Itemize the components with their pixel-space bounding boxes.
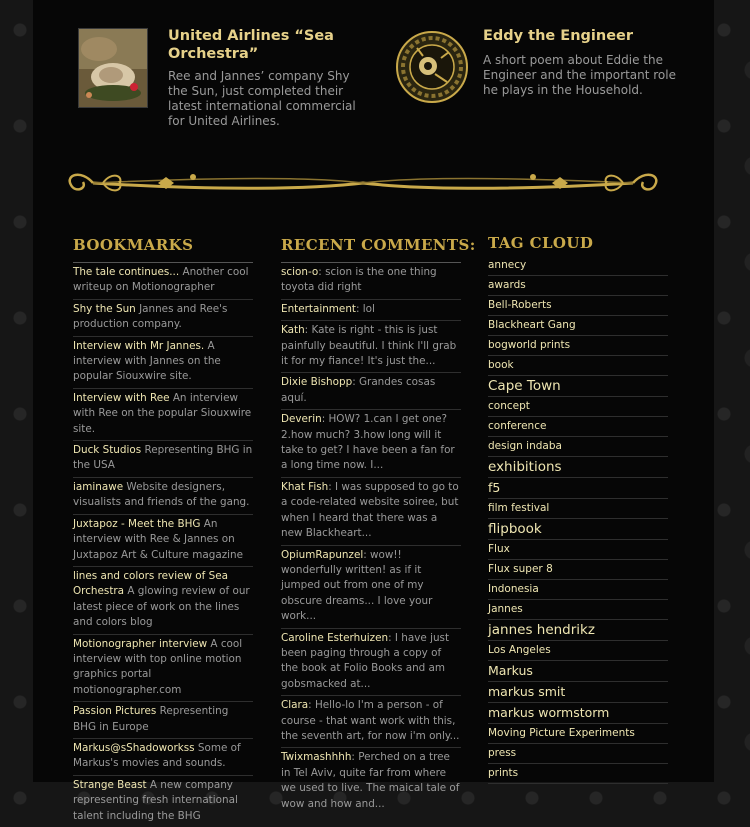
tag-link[interactable]: f5: [488, 478, 668, 499]
comment-excerpt[interactable]: : Hello-lo I'm a person - of course - th…: [281, 699, 459, 742]
feature-desc-eddy: A short poem about Eddie the Engineer an…: [483, 53, 676, 97]
comment-author-link[interactable]: scion-o: [281, 266, 318, 278]
comment-item: Clara: Hello-lo I'm a person - of course…: [281, 695, 461, 747]
tag-link[interactable]: exhibitions: [488, 457, 668, 478]
bookmarks-list: The tale continues... Another cool write…: [73, 262, 253, 827]
comment-item: Entertainment: lol: [281, 298, 461, 320]
bookmark-link[interactable]: Markus@sShadoworkss: [73, 742, 195, 754]
tag-link[interactable]: press: [488, 744, 668, 764]
tag-link[interactable]: design indaba: [488, 437, 668, 457]
comment-author-link[interactable]: Clara: [281, 699, 308, 711]
tag-link[interactable]: awards: [488, 276, 668, 296]
tag-link[interactable]: Flux: [488, 540, 668, 560]
comment-excerpt[interactable]: : lol: [356, 303, 375, 315]
comment-author-link[interactable]: Kath: [281, 324, 305, 336]
tag-link[interactable]: Markus: [488, 661, 668, 682]
bookmarks-heading: BOOKMARKS: [73, 236, 194, 254]
bookmark-link[interactable]: Interview with Ree: [73, 392, 170, 404]
tag-link[interactable]: book: [488, 356, 668, 376]
bookmark-item: Markus@sShadoworkss Some of Markus's mov…: [73, 737, 253, 775]
comment-author-link[interactable]: Khat Fish: [281, 481, 328, 493]
tag-link[interactable]: film festival: [488, 499, 668, 519]
comment-author-link[interactable]: Dixie Bishopp: [281, 376, 352, 388]
feature-title-sea-orchestra[interactable]: United Airlines “Sea Orchestra”: [168, 27, 348, 63]
tag-link[interactable]: jannes hendrikz: [488, 620, 668, 641]
tag-link[interactable]: Jannes: [488, 600, 668, 620]
bookmark-link[interactable]: Shy the Sun: [73, 303, 136, 315]
bookmark-link[interactable]: Motionographer interview: [73, 638, 207, 650]
bookmark-link[interactable]: The tale continues...: [73, 266, 179, 278]
bookmark-item: iaminawe Website designers, visualists a…: [73, 476, 253, 514]
bookmark-link[interactable]: iaminawe: [73, 481, 123, 493]
comment-item: Deverin: HOW? 1.can I get one? 2.how muc…: [281, 409, 461, 477]
tag-link[interactable]: markus smit: [488, 682, 668, 703]
bookmark-item: Shy the Sun Jannes and Ree's production …: [73, 298, 253, 336]
bookmark-link[interactable]: Interview with Mr Jannes.: [73, 340, 204, 352]
comment-excerpt[interactable]: : Kate is right - this is just painfully…: [281, 324, 456, 367]
tag-link[interactable]: Indonesia: [488, 580, 668, 600]
comment-item: Khat Fish: I was supposed to go to a cod…: [281, 476, 461, 545]
comment-author-link[interactable]: Caroline Esterhuizen: [281, 632, 388, 644]
comment-item: Dixie Bishopp: Grandes cosas aquí.: [281, 372, 461, 409]
bookmark-item: Duck Studios Representing BHG in the USA: [73, 440, 253, 477]
comment-author-link[interactable]: OpiumRapunzel: [281, 549, 363, 561]
comment-item: Twixmashhhh: Perched on a tree in Tel Av…: [281, 747, 461, 815]
comments-heading: RECENT COMMENTS:: [281, 236, 476, 254]
bookmark-item: lines and colors review of Sea Orchestra…: [73, 565, 253, 634]
ornamental-divider: [63, 165, 663, 200]
bookmark-item: Interview with Ree An interview with Ree…: [73, 387, 253, 440]
tag-link[interactable]: Blackheart Gang: [488, 316, 668, 336]
page-container: United Airlines “Sea Orchestra” Ree and …: [33, 0, 714, 822]
gear-medallion-thumbnail[interactable]: [395, 30, 469, 104]
tag-link[interactable]: markus wormstorm: [488, 703, 668, 724]
tag-link[interactable]: Los Angeles: [488, 641, 668, 661]
tag-link[interactable]: bogworld prints: [488, 336, 668, 356]
bookmark-link[interactable]: Duck Studios: [73, 444, 141, 456]
tag-link[interactable]: concept: [488, 397, 668, 417]
bookmark-item: Juxtapoz - Meet the BHG An interview wit…: [73, 513, 253, 566]
tag-link[interactable]: flipbook: [488, 519, 668, 540]
feature-desc-sea-orchestra: Ree and Jannes’ company Shy the Sun, jus…: [168, 69, 356, 128]
bookmark-item: Strange Beast A new company representing…: [73, 774, 253, 827]
comment-item: Kath: Kate is right - this is just painf…: [281, 320, 461, 372]
tag-link[interactable]: Moving Picture Experiments: [488, 724, 668, 744]
tag-cloud: annecy awards Bell-Roberts Blackheart Gang b…: [488, 256, 668, 784]
snail-thumbnail[interactable]: [78, 28, 148, 108]
bookmark-item: Passion Pictures Representing BHG in Eur…: [73, 701, 253, 738]
bookmark-item: Motionographer interview A cool intervie…: [73, 633, 253, 702]
bookmark-link[interactable]: Strange Beast: [73, 779, 147, 791]
bookmark-link[interactable]: Juxtapoz - Meet the BHG: [73, 518, 200, 530]
tag-link[interactable]: Cape Town: [488, 376, 668, 397]
tag-link[interactable]: Flux super 8: [488, 560, 668, 580]
tagcloud-heading: TAG CLOUD: [488, 234, 594, 252]
tag-link[interactable]: annecy: [488, 256, 668, 276]
comment-item: scion-o: scion is the one thing toyota d…: [281, 262, 461, 299]
comment-author-link[interactable]: Entertainment: [281, 303, 356, 315]
comment-author-link[interactable]: Twixmashhhh: [281, 751, 351, 763]
bookmark-item: The tale continues... Another cool write…: [73, 262, 253, 299]
feature-title-eddy[interactable]: Eddy the Engineer: [483, 27, 683, 45]
comment-author-link[interactable]: Deverin: [281, 413, 322, 425]
comment-item: OpiumRapunzel: wow!! wonderfully written…: [281, 544, 461, 628]
tag-link[interactable]: Bell-Roberts: [488, 296, 668, 316]
tag-link[interactable]: conference: [488, 417, 668, 437]
bookmark-item: Interview with Mr Jannes. A interview wi…: [73, 335, 253, 388]
bookmark-link[interactable]: Passion Pictures: [73, 705, 156, 717]
comment-item: Caroline Esterhuizen: I have just been p…: [281, 627, 461, 696]
comments-list: scion-o: scion is the one thing toyota d…: [281, 262, 461, 815]
tag-link[interactable]: prints: [488, 764, 668, 784]
